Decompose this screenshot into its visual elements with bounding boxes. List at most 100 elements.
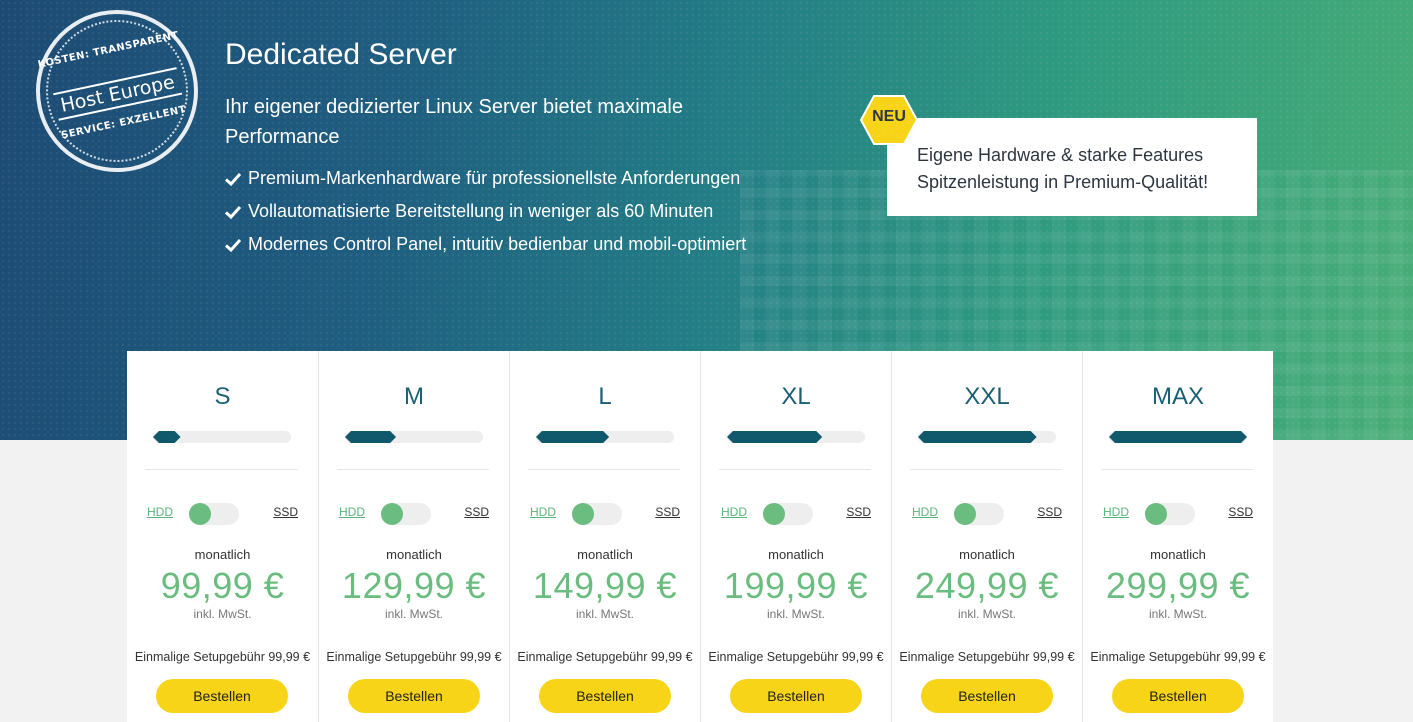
performance-bar-fill	[536, 431, 609, 443]
divider	[1101, 469, 1253, 470]
plan-card: XL HDD SSD monatlich 199,99 € inkl. MwSt…	[700, 351, 891, 722]
hdd-option[interactable]: HDD	[339, 505, 365, 519]
storage-toggle-row: HDD SSD	[147, 503, 298, 525]
ssd-option[interactable]: SSD	[1228, 505, 1253, 519]
vat-note: inkl. MwSt.	[193, 607, 252, 621]
setup-fee: Einmalige Setupgebühr 99,99 €	[899, 650, 1075, 664]
toggle-knob	[381, 503, 403, 525]
host-europe-seal-logo: KOSTEN: TRANSPARENT Host Europe SERVICE:…	[20, 0, 214, 188]
order-button[interactable]: Bestellen	[539, 679, 671, 713]
billing-period: monatlich	[194, 547, 251, 562]
plan-price: 199,99 €	[723, 565, 869, 606]
order-button[interactable]: Bestellen	[1112, 679, 1244, 713]
plan-name: M	[404, 383, 424, 410]
divider	[145, 469, 298, 470]
plan-price: 129,99 €	[341, 565, 487, 606]
toggle-knob	[1145, 503, 1167, 525]
hdd-option[interactable]: HDD	[721, 505, 747, 519]
plan-card: MAX HDD SSD monatlich 299,99 € inkl. MwS…	[1082, 351, 1273, 722]
hdd-ssd-toggle[interactable]	[954, 503, 1004, 525]
plan-price: 149,99 €	[532, 565, 678, 606]
hdd-ssd-toggle[interactable]	[189, 503, 239, 525]
setup-fee: Einmalige Setupgebühr 99,99 €	[134, 650, 311, 664]
plan-card: L HDD SSD monatlich 149,99 € inkl. MwSt.…	[509, 351, 700, 722]
order-button[interactable]: Bestellen	[921, 679, 1053, 713]
billing-period: monatlich	[386, 547, 442, 562]
plan-name: XL	[781, 383, 811, 410]
setup-fee: Einmalige Setupgebühr 99,99 €	[326, 650, 502, 664]
plan-card: XXL HDD SSD monatlich 249,99 € inkl. MwS…	[891, 351, 1082, 722]
feature-text: Premium-Markenhardware für professionell…	[248, 168, 741, 188]
feature-item: Modernes Control Panel, intuitiv bedienb…	[225, 228, 746, 261]
performance-bar-fill	[153, 431, 181, 443]
setup-fee: Einmalige Setupgebühr 99,99 €	[708, 650, 884, 664]
vat-note: inkl. MwSt.	[384, 607, 443, 621]
hdd-ssd-toggle[interactable]	[572, 503, 622, 525]
storage-toggle-row: HDD SSD	[721, 503, 871, 525]
hdd-option[interactable]: HDD	[1103, 505, 1129, 519]
toggle-knob	[189, 503, 211, 525]
feature-text: Vollautomatisierte Bereitstellung in wen…	[248, 201, 714, 221]
vat-note: inkl. MwSt.	[957, 607, 1016, 621]
seal-top-text: KOSTEN: TRANSPARENT	[36, 30, 180, 71]
plan-card: S HDD SSD monatlich 99,99 € inkl. MwSt. …	[127, 351, 318, 722]
divider	[719, 469, 871, 470]
storage-toggle-row: HDD SSD	[339, 503, 489, 525]
vat-note: inkl. MwSt.	[1148, 607, 1207, 621]
toggle-knob	[572, 503, 594, 525]
feature-item: Vollautomatisierte Bereitstellung in wen…	[225, 195, 746, 228]
toggle-knob	[763, 503, 785, 525]
page-subtitle: Ihr eigener dedizierter Linux Server bie…	[225, 96, 683, 148]
ssd-option[interactable]: SSD	[846, 505, 871, 519]
promo-line-2: Spitzenleistung in Premium-Qualität!	[917, 172, 1209, 192]
order-button[interactable]: Bestellen	[156, 679, 288, 713]
check-icon	[225, 205, 241, 219]
billing-period: monatlich	[577, 547, 633, 562]
performance-bar	[918, 431, 1056, 443]
plan-name: XXL	[964, 383, 1010, 410]
storage-toggle-row: HDD SSD	[530, 503, 680, 525]
divider	[528, 469, 680, 470]
performance-bar	[1109, 431, 1247, 443]
plan-price: 99,99 €	[160, 565, 285, 606]
feature-list: Premium-Markenhardware für professionell…	[225, 162, 746, 261]
seal-bottom-text: SERVICE: EXZELLENT	[60, 104, 188, 142]
hdd-ssd-toggle[interactable]	[381, 503, 431, 525]
ssd-option[interactable]: SSD	[464, 505, 489, 519]
performance-bar	[345, 431, 483, 443]
performance-bar	[727, 431, 865, 443]
hdd-option[interactable]: HDD	[147, 505, 173, 519]
order-button[interactable]: Bestellen	[730, 679, 862, 713]
performance-bar	[153, 431, 291, 443]
feature-item: Premium-Markenhardware für professionell…	[225, 162, 746, 195]
feature-text: Modernes Control Panel, intuitiv bedienb…	[248, 234, 747, 254]
hexagon-icon	[859, 95, 919, 145]
hdd-option[interactable]: HDD	[530, 505, 556, 519]
billing-period: monatlich	[768, 547, 824, 562]
performance-bar-fill	[1109, 431, 1247, 443]
check-icon	[225, 238, 241, 252]
seal-brand-text: Host Europe	[53, 67, 183, 121]
plan-name: L	[598, 383, 612, 410]
check-icon	[225, 172, 241, 186]
vat-note: inkl. MwSt.	[575, 607, 634, 621]
hdd-ssd-toggle[interactable]	[763, 503, 813, 525]
billing-period: monatlich	[959, 547, 1015, 562]
plan-cards: S HDD SSD monatlich 99,99 € inkl. MwSt. …	[127, 351, 1273, 722]
setup-fee: Einmalige Setupgebühr 99,99 €	[517, 650, 693, 664]
hdd-ssd-toggle[interactable]	[1145, 503, 1195, 525]
toggle-knob	[954, 503, 976, 525]
ssd-option[interactable]: SSD	[273, 505, 298, 519]
ssd-option[interactable]: SSD	[655, 505, 680, 519]
hdd-option[interactable]: HDD	[912, 505, 938, 519]
divider	[337, 469, 489, 470]
ssd-option[interactable]: SSD	[1037, 505, 1062, 519]
plan-name: S	[214, 383, 231, 410]
storage-toggle-row: HDD SSD	[1103, 503, 1253, 525]
storage-toggle-row: HDD SSD	[912, 503, 1062, 525]
new-badge: NEU	[859, 94, 919, 146]
order-button[interactable]: Bestellen	[348, 679, 480, 713]
plan-card: M HDD SSD monatlich 129,99 € inkl. MwSt.…	[318, 351, 509, 722]
plan-price: 249,99 €	[914, 565, 1060, 606]
plan-price: 299,99 €	[1105, 565, 1251, 606]
